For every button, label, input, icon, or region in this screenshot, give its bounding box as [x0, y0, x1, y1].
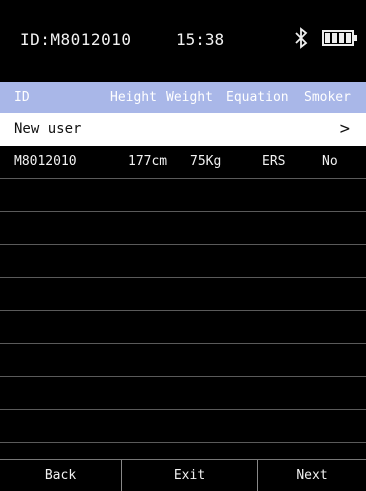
column-smoker: Smoker: [304, 90, 351, 105]
empty-row[interactable]: [0, 377, 366, 410]
next-button[interactable]: Next: [258, 460, 366, 491]
cell-height: 177cm: [128, 154, 168, 169]
bluetooth-icon: [295, 27, 308, 49]
user-list: M8012010 177cm 75Kg ERS No: [0, 146, 366, 476]
empty-row[interactable]: [0, 410, 366, 443]
cell-equation: ERS: [262, 154, 286, 169]
new-user-label: New user: [14, 121, 82, 137]
status-bar: ID:M8012010 15:38: [0, 0, 366, 82]
empty-row[interactable]: [0, 278, 366, 311]
device-screen: ID:M8012010 15:38 ID Height Weight Equat…: [0, 0, 366, 491]
cell-id: M8012010: [14, 154, 77, 169]
column-header: ID Height Weight Equation Smoker: [0, 82, 366, 113]
chevron-right-icon: >: [339, 119, 350, 139]
battery-full-icon: [322, 30, 357, 46]
bottom-nav: Back Exit Next: [0, 459, 366, 491]
empty-row[interactable]: [0, 212, 366, 245]
empty-row[interactable]: [0, 179, 366, 212]
clock-label: 15:38: [176, 30, 225, 49]
empty-row[interactable]: [0, 311, 366, 344]
empty-row[interactable]: [0, 245, 366, 278]
cell-weight: 75Kg: [190, 154, 222, 169]
exit-button[interactable]: Exit: [122, 460, 258, 491]
cell-smoker: No: [322, 154, 338, 169]
back-button[interactable]: Back: [0, 460, 122, 491]
column-weight: Weight: [166, 90, 213, 105]
column-equation: Equation: [226, 90, 289, 105]
table-row[interactable]: M8012010 177cm 75Kg ERS No: [0, 146, 366, 179]
new-user-row[interactable]: New user >: [0, 113, 366, 146]
column-id: ID: [14, 90, 30, 105]
device-id-label: ID:M8012010: [20, 30, 132, 49]
column-height: Height: [110, 90, 157, 105]
empty-row[interactable]: [0, 344, 366, 377]
